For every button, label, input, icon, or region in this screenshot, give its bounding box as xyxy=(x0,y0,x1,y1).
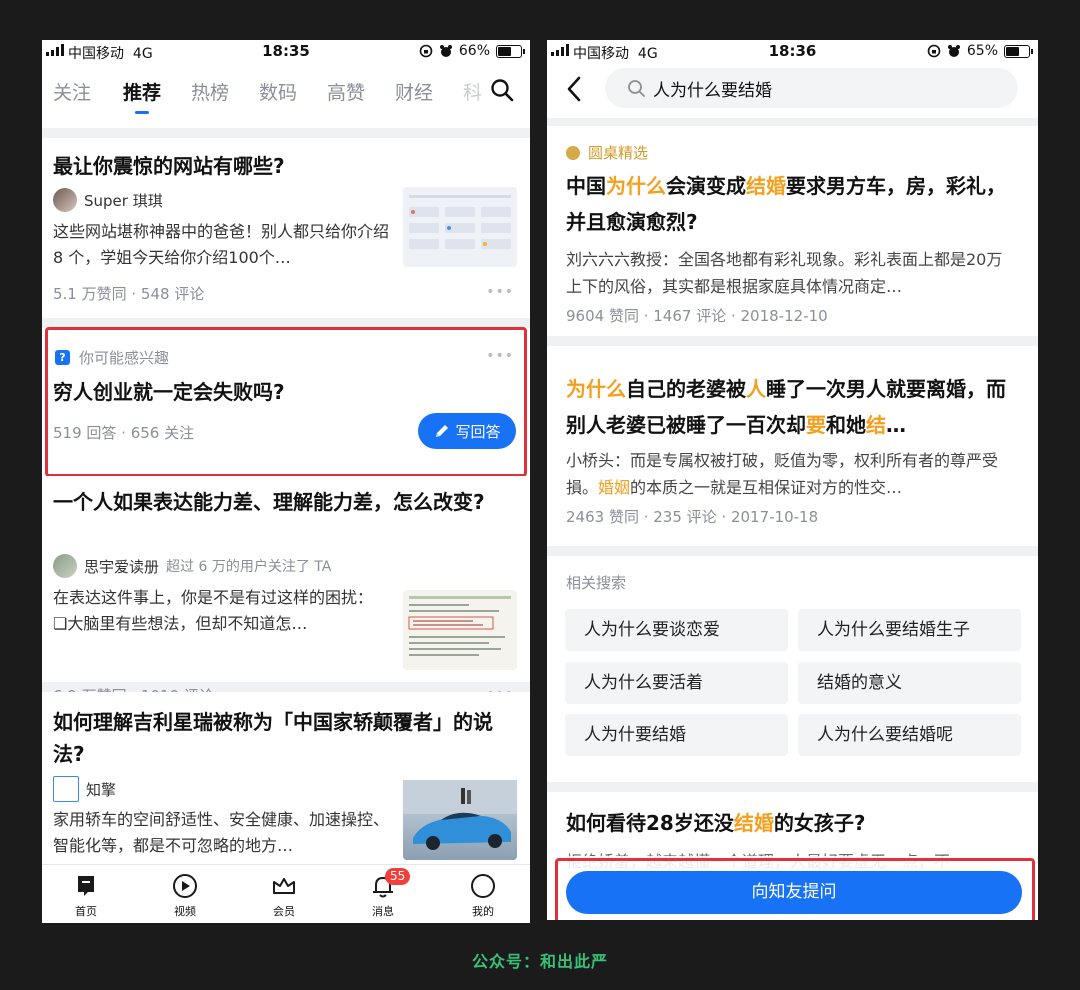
search-header: 人为什么要结婚 xyxy=(547,62,1038,118)
author-name[interactable]: Super 琪琪 xyxy=(84,190,163,211)
search-icon[interactable] xyxy=(490,78,514,102)
play-icon xyxy=(173,874,197,898)
thumbnail-image[interactable] xyxy=(403,780,517,860)
crown-icon xyxy=(273,878,295,894)
bottom-tab-bar: 首页 视频 会员 消息 55 我的 xyxy=(42,864,530,923)
tab-label: 视频 xyxy=(174,905,196,918)
related-searches: 相关搜索 人为什么要谈恋爱 人为什么要结婚生子 人为什么要活着 结婚的意义 人为… xyxy=(547,556,1038,782)
author-name[interactable]: 知擎 xyxy=(86,779,116,800)
tab-label: 首页 xyxy=(75,905,97,918)
tab-label: 消息 xyxy=(372,905,394,918)
alarm-icon xyxy=(439,45,452,57)
feed-card[interactable]: 最让你震惊的网站有哪些? Super 琪琪 这些网站堪称神器中的爸爸！别人都只给… xyxy=(42,138,530,318)
author-row: Super 琪琪 xyxy=(53,188,163,212)
tab-membership[interactable]: 会员 xyxy=(254,873,314,919)
question-title[interactable]: 最让你震惊的网站有哪些? xyxy=(53,150,519,182)
keyword-highlight: 结 xyxy=(866,413,886,437)
tab-follow[interactable]: 关注 xyxy=(53,78,91,105)
annotation-highlight-box xyxy=(45,327,527,477)
keyword-highlight: 为什么 xyxy=(606,174,666,198)
annotation-highlight-box xyxy=(555,858,1035,920)
profile-icon xyxy=(471,874,495,898)
search-result-card[interactable]: 圆桌精选 中国为什么会演变成结婚要求男方车，房，彩礼，并且愈演愈烈? 刘六六六教… xyxy=(547,126,1038,336)
avatar xyxy=(53,188,77,212)
alarm-icon xyxy=(947,45,960,57)
more-icon[interactable]: ••• xyxy=(486,284,514,300)
rotation-lock-icon xyxy=(927,44,941,58)
rotation-lock-icon xyxy=(419,44,433,58)
keyword-highlight: 结婚 xyxy=(746,174,786,198)
tab-messages[interactable]: 消息 55 xyxy=(353,868,413,919)
tab-digital[interactable]: 数码 xyxy=(259,78,297,105)
search-result-card[interactable]: 为什么自己的老婆被人睡了一次男人就要离婚，而别人老婆已被睡了一百次却要和她结… … xyxy=(547,346,1038,546)
answer-excerpt[interactable]: 在表达这件事上，你是不是有过这样的困扰： ❏大脑里有些想法，但却不知道怎… xyxy=(53,585,389,637)
battery-icon xyxy=(496,44,525,58)
answer-excerpt[interactable]: 这些网站堪称神器中的爸爸！别人都只给你介绍 8 个，学姐今天给你介绍100个… xyxy=(53,219,389,271)
status-bar: 中国移动 4G 18:35 66% xyxy=(42,40,530,62)
question-title[interactable]: 如何理解吉利星瑞被称为「中国家轿颠覆者」的说法? xyxy=(53,706,519,770)
roundtable-icon xyxy=(566,145,580,160)
keyword-highlight: 人 xyxy=(746,377,766,401)
result-excerpt[interactable]: 刘六六六教授：全国各地都有彩礼现象。彩礼表面上都是20万上下的风俗，其实都是根据… xyxy=(566,246,1008,300)
related-search-chip[interactable]: 人为什么要活着 xyxy=(565,662,788,704)
answer-stats: 5.1 万赞同 · 548 评论 xyxy=(53,285,205,303)
battery-percent: 66% xyxy=(458,43,490,59)
battery-icon xyxy=(1004,44,1033,58)
tab-hot[interactable]: 热榜 xyxy=(191,78,229,105)
avatar xyxy=(53,776,79,802)
question-title[interactable]: 一个人如果表达能力差、理解能力差，怎么改变? xyxy=(53,486,500,518)
status-bar: 中国移动 4G 18:36 65% xyxy=(547,40,1038,62)
roundtable-badge: 圆桌精选 xyxy=(566,142,648,163)
tab-label: 我的 xyxy=(472,905,494,918)
result-stats: 2463 赞同 · 235 评论 · 2017-10-18 xyxy=(566,508,819,526)
search-icon xyxy=(628,80,645,97)
result-title[interactable]: 如何看待28岁还没结婚的女孩子? xyxy=(566,805,1016,841)
answer-excerpt[interactable]: 家用轿车的空间舒适性、安全健康、加速操控、智能化等，都是不可忽略的地方… xyxy=(53,807,389,859)
result-title[interactable]: 中国为什么会演变成结婚要求男方车，房，彩礼，并且愈演愈烈? xyxy=(566,168,1016,240)
related-search-chip[interactable]: 结婚的意义 xyxy=(798,662,1021,704)
thumbnail-image[interactable] xyxy=(403,187,517,267)
thumbnail-image[interactable] xyxy=(403,590,517,670)
keyword-highlight: 婚姻 xyxy=(598,478,631,497)
author-row: 知擎 xyxy=(53,776,116,802)
related-search-chip[interactable]: 人为什要结婚 xyxy=(565,714,788,756)
tab-video[interactable]: 视频 xyxy=(155,873,215,919)
top-tab-bar: 关注 推荐 热榜 数码 高赞 财经 科 xyxy=(42,62,530,128)
notification-badge: 55 xyxy=(385,868,411,885)
feed-card[interactable]: 如何理解吉利星瑞被称为「中国家轿颠覆者」的说法? 知擎 家用轿车的空间舒适性、安… xyxy=(42,692,530,872)
tab-profile[interactable]: 我的 xyxy=(453,873,513,919)
tab-recommend[interactable]: 推荐 xyxy=(123,78,161,114)
feed-card[interactable]: 一个人如果表达能力差、理解能力差，怎么改变? 思宇爱读册 超过 6 万的用户关注… xyxy=(42,476,530,705)
related-search-chip[interactable]: 人为什么要谈恋爱 xyxy=(565,609,788,651)
tab-home[interactable]: 首页 xyxy=(56,873,116,919)
watermark: 公众号：和出此严 xyxy=(471,952,608,971)
phone-screen-feed: 中国移动 4G 18:35 66% 关注 推荐 热榜 数码 高赞 财经 科 最让… xyxy=(42,40,530,923)
keyword-highlight: 要 xyxy=(806,413,826,437)
phone-screen-search: 中国移动 4G 18:36 65% 人为什么要结婚 圆桌精选 中国为什么会演变成… xyxy=(547,40,1038,920)
avatar xyxy=(53,554,77,578)
result-title[interactable]: 为什么自己的老婆被人睡了一次男人就要离婚，而别人老婆已被睡了一百次却要和她结… xyxy=(566,371,1016,443)
tab-tech[interactable]: 科 xyxy=(463,78,482,105)
tab-top-voted[interactable]: 高赞 xyxy=(327,78,365,105)
search-query: 人为什么要结婚 xyxy=(653,80,772,101)
result-excerpt[interactable]: 小桥头：而是专属权被打破，贬值为零，权利所有者的尊严受損。婚姻的本质之一就是互相… xyxy=(566,447,1008,501)
author-name[interactable]: 思宇爱读册 xyxy=(84,556,159,577)
author-row: 思宇爱读册 超过 6 万的用户关注了 TA xyxy=(53,554,331,578)
author-note: 超过 6 万的用户关注了 TA xyxy=(166,559,332,575)
back-arrow-icon[interactable] xyxy=(567,76,581,102)
badge-label: 圆桌精选 xyxy=(588,144,649,162)
related-search-chip[interactable]: 人为什么要结婚生子 xyxy=(798,609,1021,651)
related-search-chip[interactable]: 人为什么要结婚呢 xyxy=(798,714,1021,756)
home-icon xyxy=(78,876,94,896)
keyword-highlight: 结婚 xyxy=(733,811,774,835)
battery-percent: 65% xyxy=(966,43,998,59)
result-stats: 9604 赞同 · 1467 评论 · 2018-12-10 xyxy=(566,307,828,325)
keyword-highlight: 为什么 xyxy=(566,377,626,401)
tab-label: 会员 xyxy=(273,905,295,918)
search-input[interactable]: 人为什么要结婚 xyxy=(605,68,1018,108)
tab-finance[interactable]: 财经 xyxy=(395,78,433,105)
related-title: 相关搜索 xyxy=(566,574,627,592)
